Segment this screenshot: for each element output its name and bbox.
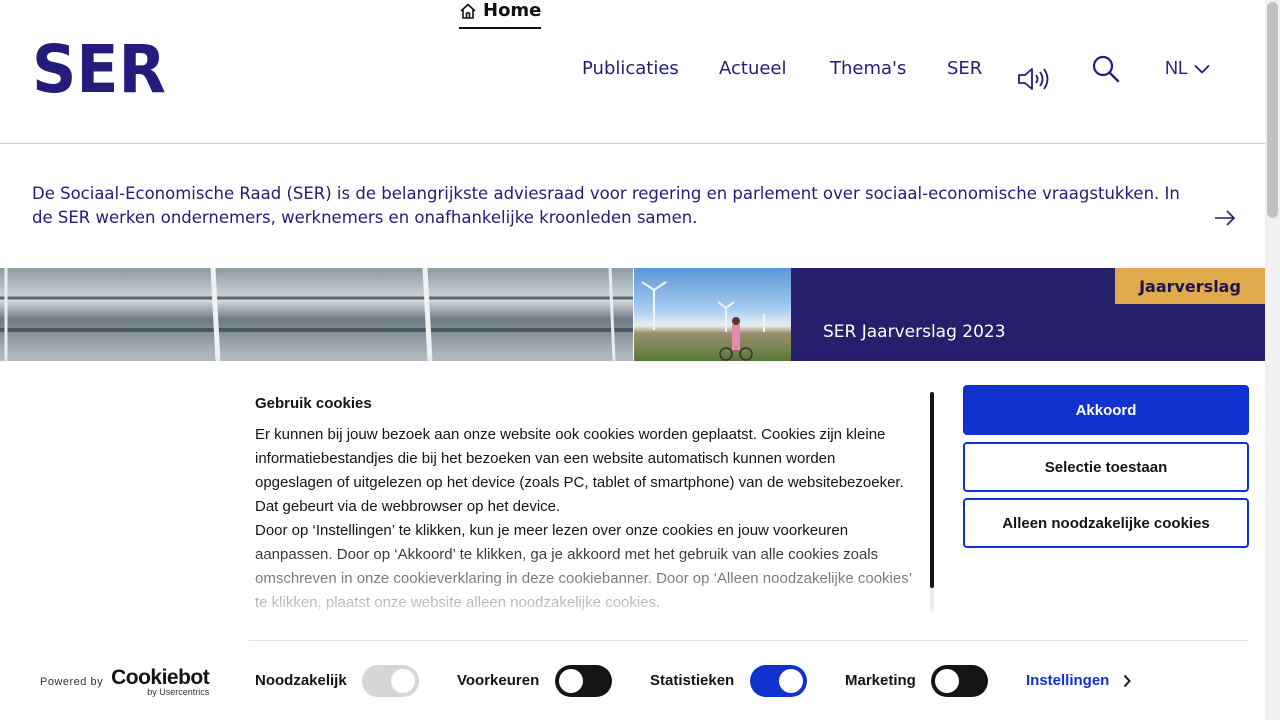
cookiebot-logo: Cookiebot by Usercentrics xyxy=(111,666,210,697)
settings-link-label: Instellingen xyxy=(1026,672,1110,689)
ser-logo[interactable]: SER xyxy=(32,40,166,94)
cookie-scroll-thumb[interactable] xyxy=(930,392,934,588)
windmill-image xyxy=(641,281,765,361)
settings-link[interactable]: Instellingen xyxy=(1026,672,1132,689)
cookie-divider xyxy=(249,640,1248,641)
hero-image-left[interactable] xyxy=(0,268,633,361)
allow-selection-button[interactable]: Selectie toestaan xyxy=(963,442,1249,492)
language-label: NL xyxy=(1165,58,1189,78)
toggle-label-preferences: Voorkeuren xyxy=(457,672,540,689)
nav-home-label: Home xyxy=(483,0,542,21)
nav-publicaties[interactable]: Publicaties xyxy=(582,58,679,79)
page-scroll-thumb[interactable] xyxy=(1267,2,1278,218)
intro-text: De Sociaal-Economische Raad (SER) is de … xyxy=(32,184,1180,227)
arrow-right-icon[interactable] xyxy=(1214,209,1236,227)
logo-text: SER xyxy=(32,40,166,94)
audio-icon[interactable] xyxy=(1016,64,1050,94)
greenhouse-image xyxy=(0,268,633,361)
nav-ser[interactable]: SER xyxy=(947,58,982,79)
cookie-paragraph-1: Er kunnen bij jouw bezoek aan onze websi… xyxy=(255,426,904,515)
hero-image-windmills[interactable] xyxy=(634,268,791,361)
cookiebot-branding[interactable]: Powered by Cookiebot by Usercentrics xyxy=(40,666,210,697)
hero-title[interactable]: SER Jaarverslag 2023 xyxy=(823,322,1006,342)
toggle-preferences[interactable] xyxy=(555,665,612,697)
toggle-label-necessary: Noodzakelijk xyxy=(255,672,347,689)
chevron-right-icon xyxy=(1124,674,1132,687)
cookiebot-name: Cookiebot xyxy=(111,666,210,689)
home-icon xyxy=(460,3,476,19)
accept-all-button[interactable]: Akkoord xyxy=(963,385,1249,435)
toggle-statistics[interactable] xyxy=(750,665,807,697)
nav-themas[interactable]: Thema's xyxy=(830,58,906,79)
search-icon[interactable] xyxy=(1092,55,1120,83)
cookie-title: Gebruik cookies xyxy=(255,395,372,412)
category-badge: Jaarverslag xyxy=(1115,268,1265,304)
language-selector[interactable]: NL xyxy=(1165,58,1210,79)
toggle-necessary xyxy=(362,665,419,697)
toggle-label-statistics: Statistieken xyxy=(650,672,735,689)
site-header: SER Home Publicaties Actueel Thema's SER… xyxy=(0,0,1265,144)
toggle-label-marketing: Marketing xyxy=(845,672,916,689)
cookiebot-sub: by Usercentrics xyxy=(147,687,210,697)
nav-actueel[interactable]: Actueel xyxy=(719,58,787,79)
cookie-text-fade xyxy=(255,540,920,615)
necessary-only-button[interactable]: Alleen noodzakelijke cookies xyxy=(963,498,1249,548)
toggle-marketing[interactable] xyxy=(931,665,988,697)
powered-by-label: Powered by xyxy=(40,676,104,688)
nav-home[interactable]: Home xyxy=(459,0,542,29)
chevron-down-icon xyxy=(1194,64,1210,74)
